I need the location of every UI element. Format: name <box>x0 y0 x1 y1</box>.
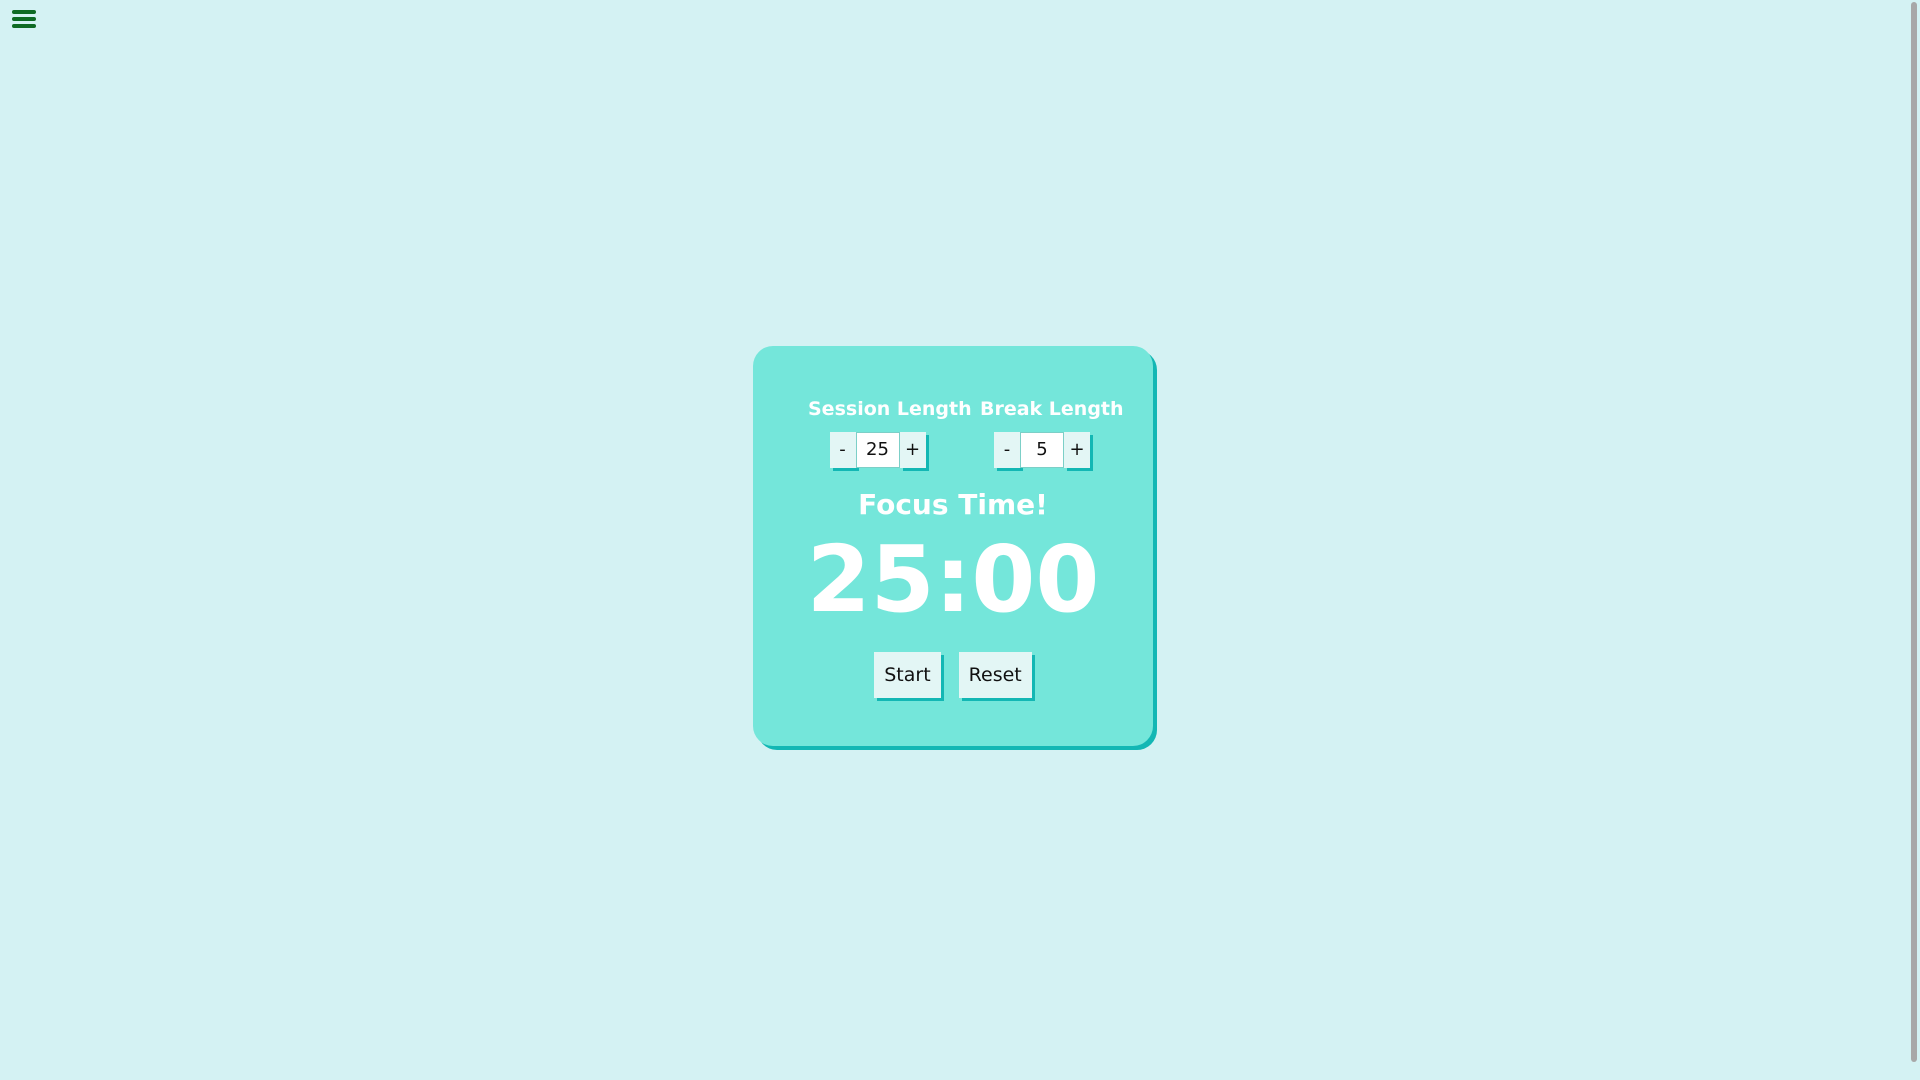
timer-display: 25:00 <box>806 526 1100 633</box>
break-decrement-button[interactable]: - <box>994 432 1020 468</box>
hamburger-menu-icon[interactable] <box>12 10 36 30</box>
pomodoro-card: Session Length - 25 + Break Length - 5 +… <box>753 346 1153 746</box>
menu-bar <box>12 17 36 21</box>
vertical-scrollbar[interactable] <box>1908 0 1920 1080</box>
menu-bar <box>12 24 36 28</box>
session-decrement-button[interactable]: - <box>829 432 856 468</box>
session-increment-button[interactable]: + <box>899 432 926 468</box>
break-length-value[interactable]: 5 <box>1020 432 1064 468</box>
session-length-stepper: - 25 + <box>808 432 947 468</box>
timer-controls: Start Reset <box>753 652 1153 698</box>
break-increment-button[interactable]: + <box>1064 432 1090 468</box>
break-length-group: Break Length - 5 + <box>980 398 1124 468</box>
start-button[interactable]: Start <box>874 652 941 698</box>
reset-button[interactable]: Reset <box>958 652 1032 698</box>
session-length-label: Session Length <box>808 398 972 420</box>
menu-bar <box>12 10 36 14</box>
session-length-group: Session Length - 25 + <box>808 398 972 468</box>
break-length-label: Break Length <box>980 398 1124 420</box>
scrollbar-thumb[interactable] <box>1911 2 1917 1062</box>
status-label: Focus Time! <box>858 488 1048 521</box>
break-length-stepper: - 5 + <box>980 432 1104 468</box>
session-length-value[interactable]: 25 <box>855 432 900 468</box>
